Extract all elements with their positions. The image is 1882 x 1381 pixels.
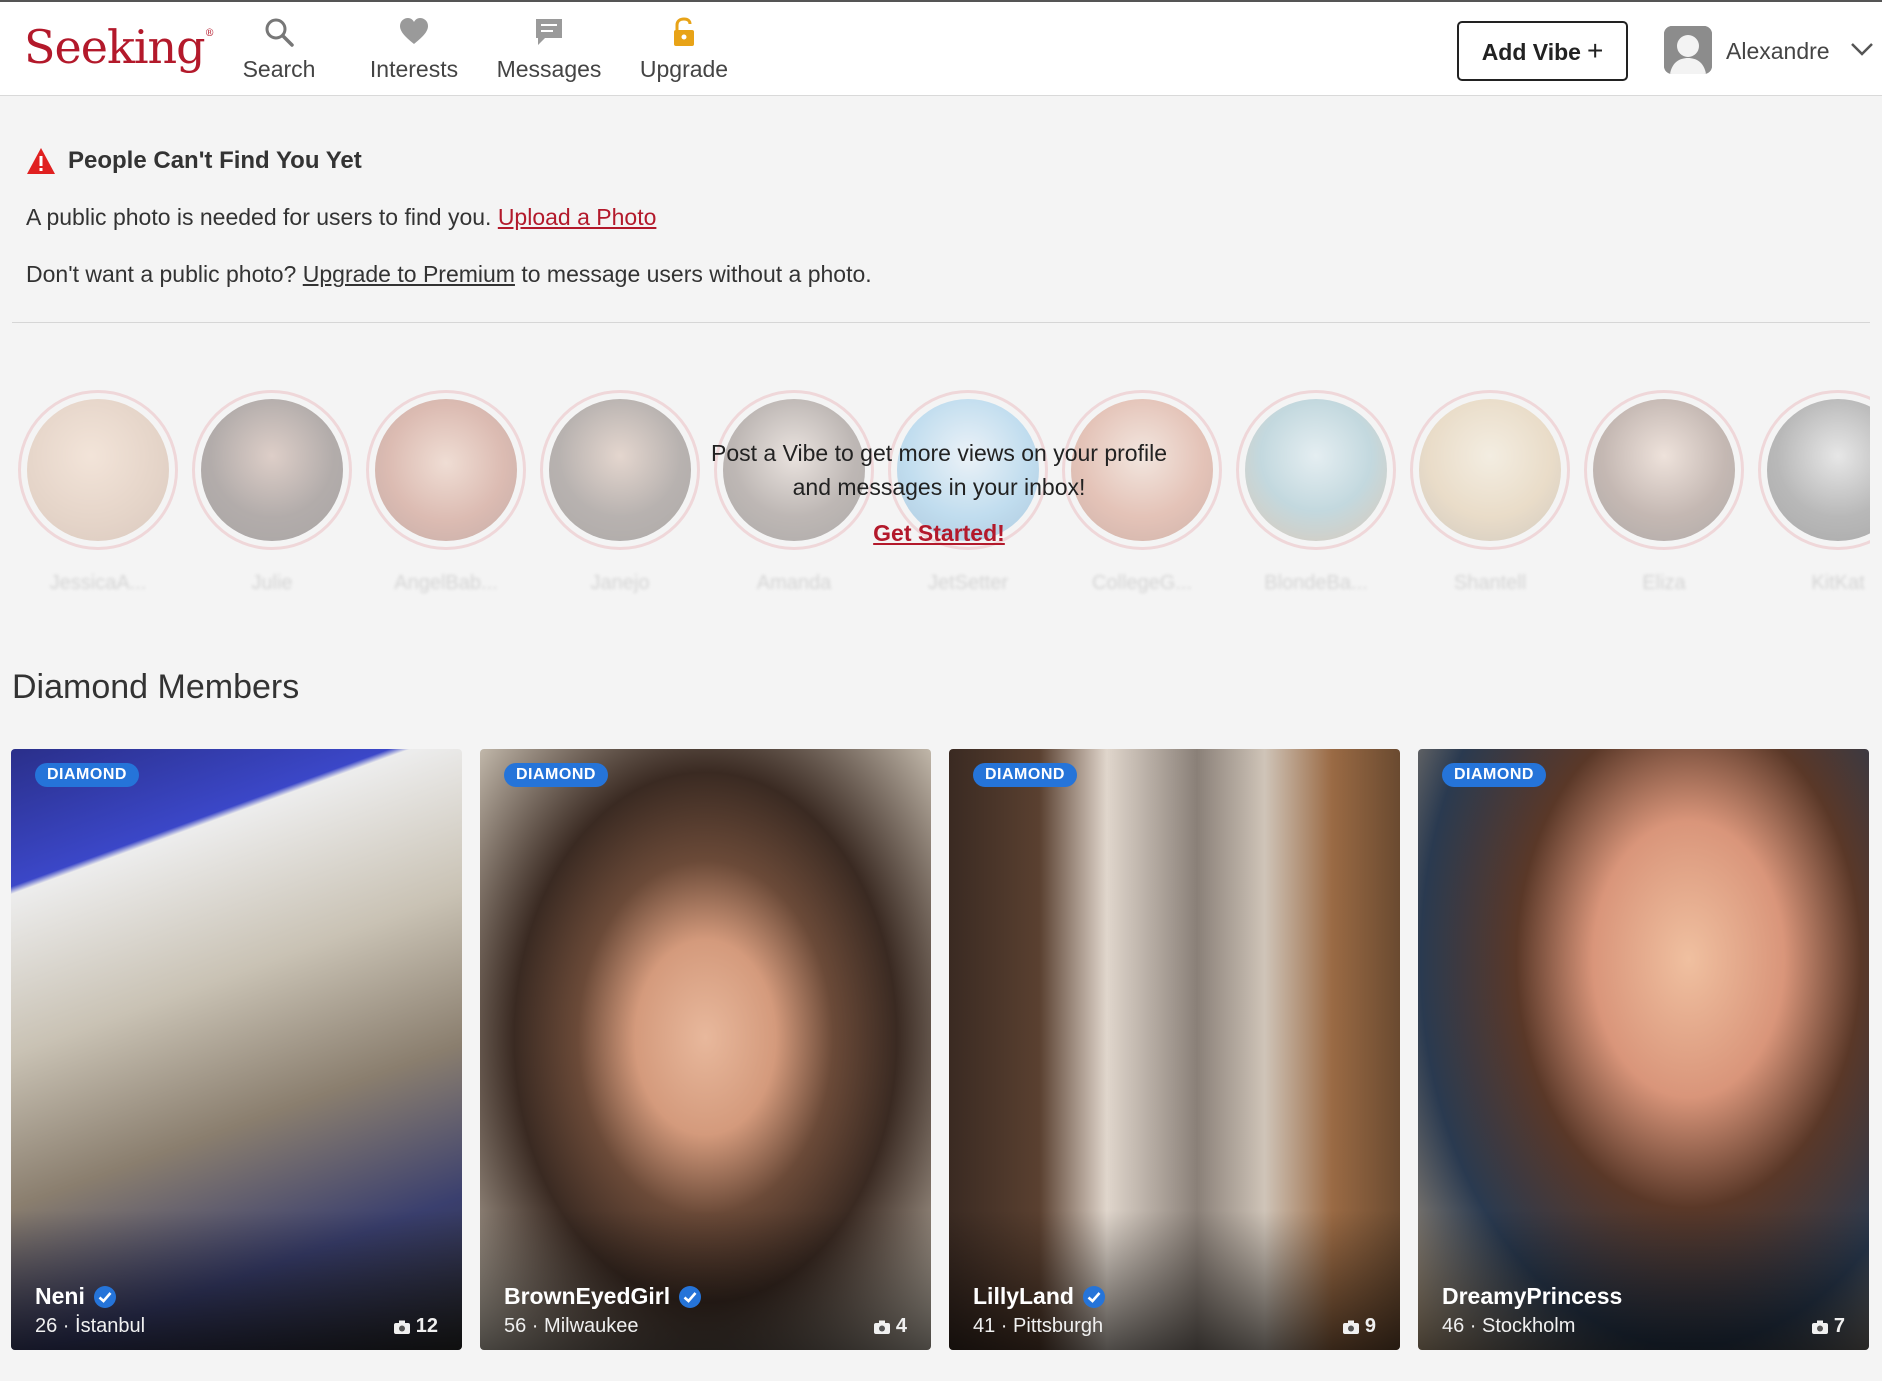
member-meta: 56 · Milwaukee [504, 1315, 639, 1337]
vibe-item[interactable]: BlondeBa... [1236, 390, 1396, 595]
nav-messages-label: Messages [496, 56, 602, 82]
diamond-badge: DIAMOND [1442, 763, 1546, 787]
top-navbar: Seeking® Search Interests Messages Upgra… [0, 0, 1882, 96]
alert-title: People Can't Find You Yet [26, 147, 362, 175]
divider [12, 322, 1870, 323]
vibe-cta-line2: and messages in your inbox! [792, 474, 1086, 500]
member-card[interactable]: DIAMOND Neni 26 · İstanbul 12 [11, 749, 462, 1350]
plus-icon: + [1586, 35, 1604, 66]
alert-premium-line: Don't want a public photo? Upgrade to Pr… [26, 261, 872, 287]
verified-icon [1082, 1285, 1105, 1308]
nav-messages[interactable]: Messages [484, 16, 614, 83]
vibe-item[interactable]: AngelBab... [366, 390, 526, 595]
get-started-link[interactable]: Get Started! [688, 516, 1190, 550]
vibe-item[interactable]: Shantell [1410, 390, 1570, 595]
nav-search-label: Search [242, 56, 316, 82]
chat-icon [484, 16, 614, 54]
chevron-down-icon[interactable] [1850, 40, 1874, 58]
photo-count: 4 [873, 1315, 907, 1338]
member-card[interactable]: DIAMOND LillyLand 41 · Pittsburgh 9 [949, 749, 1400, 1350]
camera-icon [393, 1320, 410, 1334]
seeking-logo[interactable]: Seeking® [24, 20, 215, 74]
heart-icon [349, 16, 479, 54]
photo-count: 12 [393, 1315, 438, 1338]
vibe-cta-line1: Post a Vibe to get more views on your pr… [711, 440, 1167, 466]
photo-count: 9 [1342, 1315, 1376, 1338]
camera-icon [1811, 1320, 1828, 1334]
verified-icon [679, 1285, 702, 1308]
member-meta: 26 · İstanbul [35, 1315, 146, 1337]
member-meta: 46 · Stockholm [1442, 1315, 1576, 1337]
upgrade-premium-link[interactable]: Upgrade to Premium [303, 261, 515, 287]
member-name: LillyLand [973, 1283, 1106, 1310]
member-card[interactable]: DIAMOND DreamyPrincess 46 · Stockholm 7 [1418, 749, 1869, 1350]
member-meta: 41 · Pittsburgh [973, 1315, 1104, 1337]
member-card[interactable]: DIAMOND BrownEyedGirl 56 · Milwaukee 4 [480, 749, 931, 1350]
diamond-badge: DIAMOND [973, 763, 1077, 787]
vibe-item[interactable]: KitKat [1758, 390, 1870, 595]
camera-icon [1342, 1320, 1359, 1334]
photo-count: 7 [1811, 1315, 1845, 1338]
member-name: DreamyPrincess [1442, 1283, 1623, 1309]
search-icon [214, 16, 344, 54]
alert-photo-line: A public photo is needed for users to fi… [26, 204, 657, 230]
vibe-cta: Post a Vibe to get more views on your pr… [688, 436, 1190, 550]
diamond-badge: DIAMOND [504, 763, 608, 787]
vibe-item[interactable]: Julie [192, 390, 352, 595]
nav-upgrade[interactable]: Upgrade [619, 16, 749, 83]
camera-icon [873, 1320, 890, 1334]
vibe-item[interactable]: JessicaA... [18, 390, 178, 595]
nav-search[interactable]: Search [214, 16, 344, 83]
vibe-item[interactable]: Janejo [540, 390, 700, 595]
nav-upgrade-label: Upgrade [639, 56, 729, 82]
diamond-badge: DIAMOND [35, 763, 139, 787]
section-title: Diamond Members [12, 668, 300, 706]
member-name: BrownEyedGirl [504, 1283, 702, 1310]
upload-photo-link[interactable]: Upload a Photo [498, 204, 657, 230]
vibe-item[interactable]: Eliza [1584, 390, 1744, 595]
user-name[interactable]: Alexandre [1726, 38, 1830, 65]
verified-icon [93, 1285, 116, 1308]
nav-interests-label: Interests [369, 56, 459, 82]
add-vibe-button[interactable]: Add Vibe + [1457, 21, 1628, 81]
member-name: Neni [35, 1283, 117, 1310]
warning-icon [27, 148, 55, 174]
nav-interests[interactable]: Interests [349, 16, 479, 83]
unlock-icon [619, 16, 749, 54]
avatar[interactable] [1664, 26, 1712, 74]
